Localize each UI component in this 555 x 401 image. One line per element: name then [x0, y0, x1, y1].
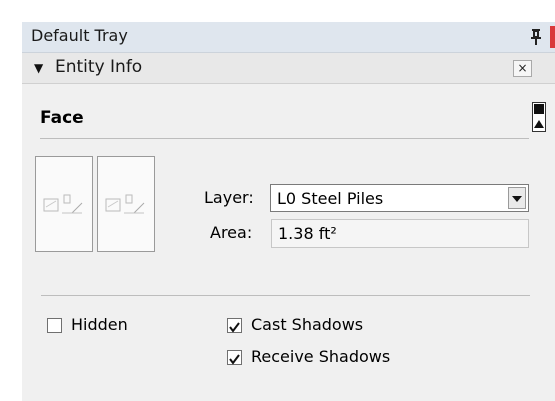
front-material-swatch[interactable] [35, 156, 93, 252]
receive-shadows-label: Receive Shadows [251, 347, 391, 366]
toggle-details-icon[interactable] [532, 102, 546, 132]
tray-title: Default Tray [31, 26, 128, 45]
checkmark-icon [229, 322, 240, 333]
checkmark-icon [229, 354, 240, 365]
entity-info-header[interactable]: ▼ Entity Info × [22, 53, 555, 84]
dropdown-arrow-icon[interactable] [508, 187, 526, 209]
back-material-swatch[interactable] [97, 156, 155, 252]
cast-shadows-checkbox[interactable] [227, 318, 242, 333]
area-label: Area: [210, 223, 253, 242]
tray-edge-marker [550, 26, 555, 48]
close-panel-button[interactable]: × [513, 60, 532, 77]
layer-label: Layer: [204, 188, 254, 207]
material-thumbnail-icon [105, 194, 145, 214]
cast-shadows-label: Cast Shadows [251, 315, 364, 334]
area-value: 1.38 ft² [278, 224, 337, 243]
entity-divider [40, 138, 529, 139]
hidden-label: Hidden [71, 315, 128, 334]
area-field: 1.38 ft² [271, 219, 529, 248]
collapse-triangle-icon[interactable]: ▼ [34, 61, 43, 75]
material-thumbnail-icon [43, 194, 83, 214]
receive-shadows-checkbox[interactable] [227, 350, 242, 365]
default-tray: Default Tray ▼ Entity Info × Face Layer:… [22, 22, 555, 401]
tray-title-bar[interactable]: Default Tray [22, 22, 555, 53]
panel-title: Entity Info [55, 57, 143, 77]
options-divider [41, 295, 530, 296]
layer-select[interactable]: L0 Steel Piles [270, 184, 529, 212]
pin-icon[interactable] [530, 28, 542, 46]
entity-type-label: Face [40, 108, 84, 128]
layer-select-value: L0 Steel Piles [277, 189, 384, 208]
hidden-checkbox[interactable] [47, 318, 62, 333]
